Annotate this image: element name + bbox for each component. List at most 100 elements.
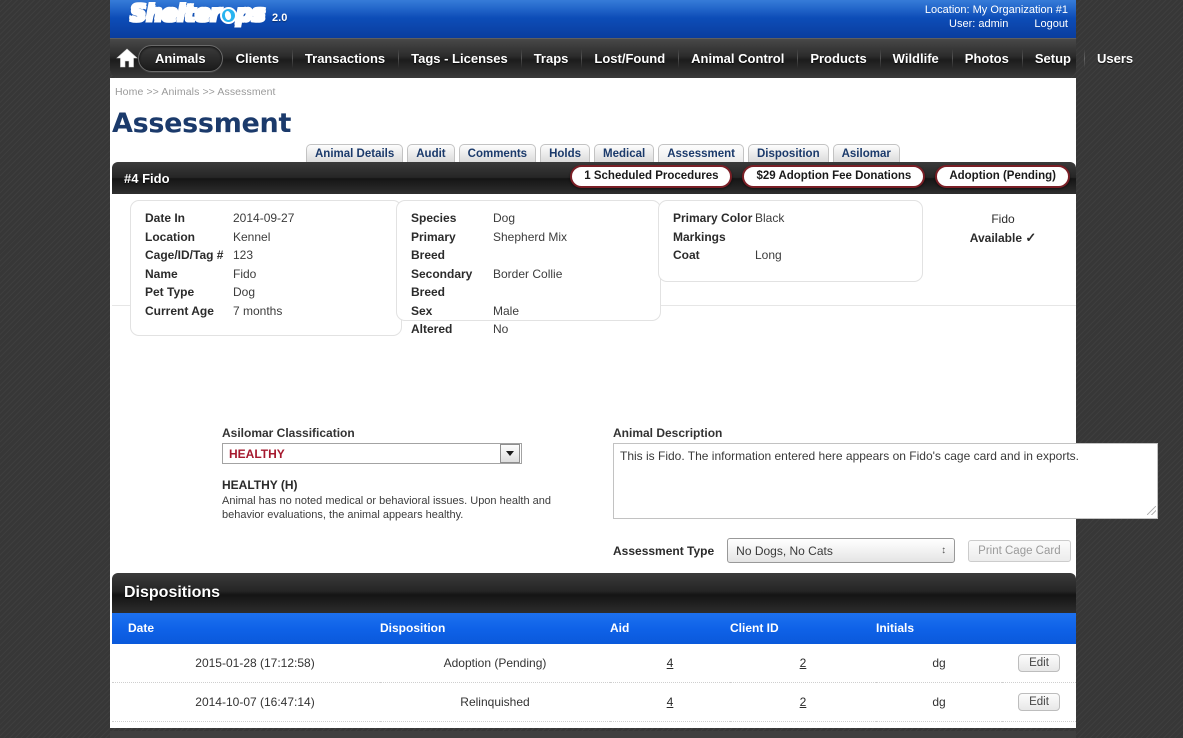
column-header-initials[interactable]: Initials xyxy=(876,613,1002,644)
badge-scheduled-procedures[interactable]: 1 Scheduled Procedures xyxy=(570,165,732,188)
nav-item-products[interactable]: Products xyxy=(797,45,879,72)
detail-value: Border Collie xyxy=(493,265,562,284)
detail-row: Date In2014-09-27 xyxy=(145,209,391,228)
tab-label: Medical xyxy=(603,148,645,160)
nav-item-animals[interactable]: Animals xyxy=(138,45,223,72)
breadcrumb-home[interactable]: Home xyxy=(115,86,143,98)
nav-item-transactions[interactable]: Transactions xyxy=(292,45,398,72)
tab-label: Comments xyxy=(468,148,527,160)
nav-item-clients[interactable]: Clients xyxy=(223,45,292,72)
detail-label: Altered xyxy=(411,320,493,339)
asilomar-classification-select[interactable]: HEALTHY xyxy=(222,443,522,464)
nav-item-lost-found[interactable]: Lost/Found xyxy=(581,45,678,72)
edit-button[interactable]: Edit xyxy=(1018,654,1060,672)
detail-row: Cage/ID/Tag #123 xyxy=(145,246,391,265)
tab-disposition[interactable]: Disposition xyxy=(748,144,829,164)
client-id-link[interactable]: 2 xyxy=(800,695,807,709)
nav-item-animal-control[interactable]: Animal Control xyxy=(678,45,797,72)
tab-asilomar[interactable]: Asilomar xyxy=(833,144,900,164)
detail-value: Black xyxy=(755,209,784,228)
animal-header-bar: #4 Fido 1 Scheduled Procedures $29 Adopt… xyxy=(112,162,1076,194)
tab-label: Holds xyxy=(549,148,581,160)
app-logo[interactable]: Shelterps 2.0 xyxy=(130,1,287,27)
detail-label: Cage/ID/Tag # xyxy=(145,246,233,265)
tab-audit[interactable]: Audit xyxy=(407,144,454,164)
dispositions-title: Dispositions xyxy=(124,584,220,602)
top-bar: Shelterps 2.0 Location: My Organization … xyxy=(110,0,1076,38)
cell-aid: 4 xyxy=(610,644,730,683)
tab-animal-details[interactable]: Animal Details xyxy=(306,144,403,164)
column-header-aid[interactable]: Aid xyxy=(610,613,730,644)
cell-actions: Edit xyxy=(1002,683,1076,722)
logout-link[interactable]: Logout xyxy=(1034,17,1068,31)
assessment-type-value: No Dogs, No Cats xyxy=(736,544,833,558)
tab-comments[interactable]: Comments xyxy=(459,144,536,164)
nav-item-wildlife[interactable]: Wildlife xyxy=(880,45,952,72)
tab-label: Disposition xyxy=(757,148,820,160)
nav-item-photos[interactable]: Photos xyxy=(952,45,1022,72)
table-row: 2015-01-28 (17:12:58) Adoption (Pending)… xyxy=(112,644,1076,683)
assessment-type-select[interactable]: No Dogs, No Cats ↕ xyxy=(727,538,955,563)
cell-date: 2015-01-28 (17:12:58) xyxy=(112,644,380,683)
nav-item-users[interactable]: Users xyxy=(1084,45,1146,72)
cell-disposition: Adoption (Pending) xyxy=(380,644,610,683)
asilomar-desc-body: Animal has no noted medical or behaviora… xyxy=(222,494,594,522)
breadcrumb-animals[interactable]: Animals xyxy=(161,86,199,98)
animal-description-section: Animal Description This is Fido. The inf… xyxy=(613,426,1158,519)
up-down-arrows-icon: ↕ xyxy=(941,546,946,556)
column-header-disposition[interactable]: Disposition xyxy=(380,613,610,644)
column-header-date[interactable]: Date xyxy=(112,613,380,644)
detail-card-intake: Date In2014-09-27 LocationKennel Cage/ID… xyxy=(130,200,402,336)
nav-label: Transactions xyxy=(305,51,385,66)
chevron-down-icon xyxy=(500,444,520,463)
home-button[interactable] xyxy=(116,38,138,78)
badge-adoption-pending[interactable]: Adoption (Pending) xyxy=(935,165,1070,188)
client-id-link[interactable]: 2 xyxy=(800,656,807,670)
animal-title: #4 Fido xyxy=(124,171,170,186)
detail-label: Markings xyxy=(673,228,755,247)
location-label: Location: My Organization #1 xyxy=(925,3,1068,17)
cell-aid: 4 xyxy=(610,683,730,722)
tab-holds[interactable]: Holds xyxy=(540,144,590,164)
breadcrumb-current: Assessment xyxy=(217,86,275,98)
tab-assessment[interactable]: Assessment xyxy=(658,144,744,164)
print-cage-card-button[interactable]: Print Cage Card xyxy=(968,540,1070,562)
nav-label: Tags - Licenses xyxy=(411,51,508,66)
asilomar-field-label: Asilomar Classification xyxy=(222,426,600,440)
logo-version: 2.0 xyxy=(272,12,287,24)
app-root: Shelterps 2.0 Location: My Organization … xyxy=(0,0,1183,738)
detail-row: Markings xyxy=(673,228,912,247)
detail-label: Date In xyxy=(145,209,233,228)
detail-value: 123 xyxy=(233,246,253,265)
session-info: Location: My Organization #1 User: admin… xyxy=(925,3,1068,31)
nav-label: Users xyxy=(1097,51,1133,66)
tab-strip: Animal Details Audit Comments Holds Medi… xyxy=(306,144,900,164)
edit-button[interactable]: Edit xyxy=(1018,693,1060,711)
nav-item-traps[interactable]: Traps xyxy=(521,45,582,72)
cell-date: 2014-10-07 (16:47:14) xyxy=(112,683,380,722)
detail-row: LocationKennel xyxy=(145,228,391,247)
aid-link[interactable]: 4 xyxy=(667,695,674,709)
nav-item-tags-licenses[interactable]: Tags - Licenses xyxy=(398,45,521,72)
page-title: Assessment xyxy=(112,108,291,139)
textarea-resize-grip[interactable] xyxy=(1147,506,1156,515)
badge-adoption-fee-donations[interactable]: $29 Adoption Fee Donations xyxy=(742,165,925,188)
animal-status-block: Fido Available ✓ xyxy=(938,208,1068,246)
animal-description-textarea[interactable]: This is Fido. The information entered he… xyxy=(613,443,1158,519)
status-available-label: Available xyxy=(970,231,1022,245)
nav-label: Setup xyxy=(1035,51,1071,66)
nav-label: Lost/Found xyxy=(594,51,665,66)
detail-row: NameFido xyxy=(145,265,391,284)
tab-medical[interactable]: Medical xyxy=(594,144,654,164)
aid-link[interactable]: 4 xyxy=(667,656,674,670)
detail-label: Sex xyxy=(411,302,493,321)
home-icon xyxy=(116,48,138,68)
detail-row: SexMale xyxy=(411,302,650,321)
nav-item-setup[interactable]: Setup xyxy=(1022,45,1084,72)
detail-value: No xyxy=(493,320,508,339)
detail-label: Location xyxy=(145,228,233,247)
column-header-actions xyxy=(1002,613,1076,644)
column-header-client-id[interactable]: Client ID xyxy=(730,613,876,644)
detail-value: Dog xyxy=(493,209,515,228)
nav-label: Traps xyxy=(534,51,569,66)
